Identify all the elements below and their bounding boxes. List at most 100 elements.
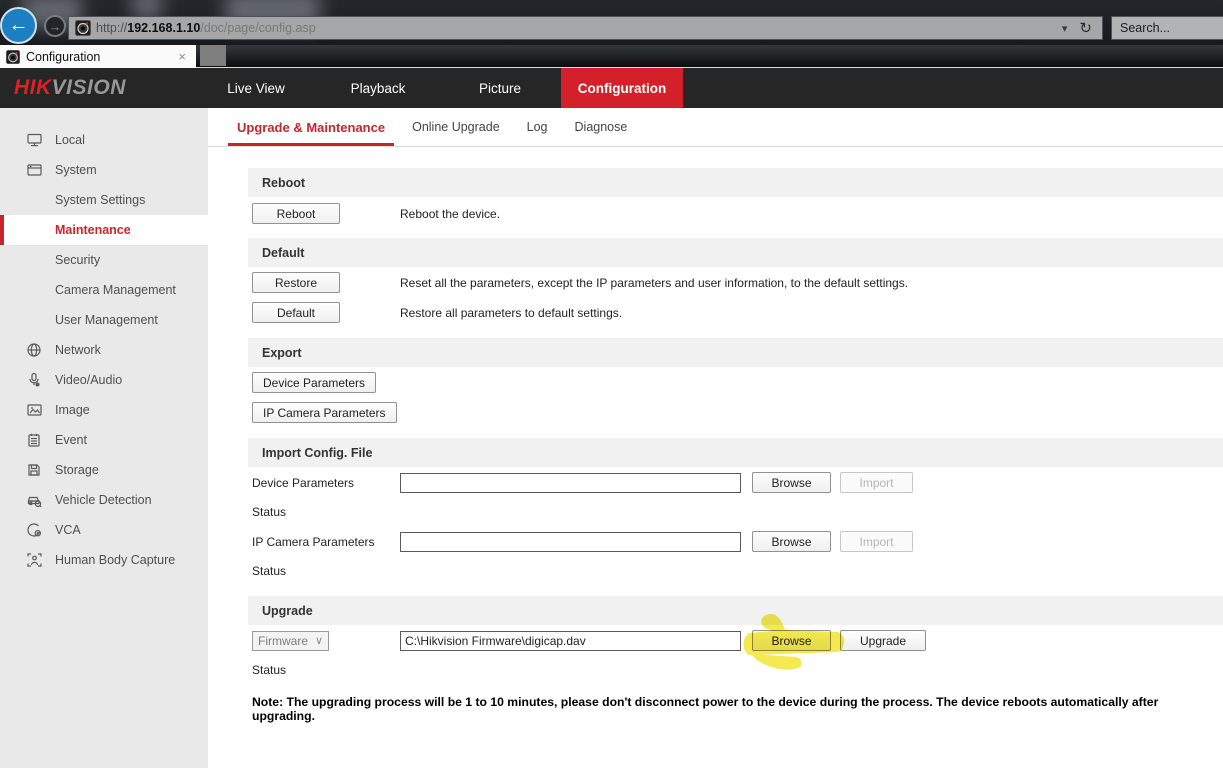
sidebar-item-label: Human Body Capture [55, 553, 175, 567]
hikvision-logo: HIKVISION [14, 68, 126, 108]
section-import-config: Import Config. File [248, 438, 1223, 467]
firmware-file-input[interactable] [400, 631, 741, 651]
sidebar-item-camera-management[interactable]: Camera Management [0, 275, 208, 305]
section-title: Export [262, 346, 302, 360]
reboot-desc: Reboot the device. [400, 207, 500, 221]
main-panel: Upgrade & Maintenance Online Upgrade Log… [208, 108, 1223, 768]
search-box[interactable] [1111, 16, 1223, 40]
sidebar-item-label: System [55, 163, 97, 177]
url-text: http://192.168.1.10/doc/page/config.asp [96, 21, 316, 35]
site-header: HIKVISION Live View Playback Picture Con… [0, 68, 1223, 108]
url-path: /doc/page/config.asp [200, 21, 315, 35]
address-bar[interactable]: http://192.168.1.10/doc/page/config.asp … [68, 16, 1103, 40]
import-ip-camera-parameters-label: IP Camera Parameters [252, 535, 400, 549]
tab-close-icon[interactable]: × [174, 49, 190, 64]
nav-playback[interactable]: Playback [317, 68, 439, 108]
monitor-icon [24, 132, 44, 148]
tab-title: Configuration [26, 50, 174, 64]
sidebar-item-system-settings[interactable]: System Settings [0, 185, 208, 215]
browser-tab-configuration[interactable]: Configuration × [0, 45, 196, 68]
address-dropdown-icon[interactable]: ▾ [1056, 22, 1074, 35]
sidebar-item-human-body-capture[interactable]: Human Body Capture [0, 545, 208, 575]
site-favicon-icon [75, 20, 91, 36]
sidebar-item-local[interactable]: Local [0, 125, 208, 155]
section-title: Reboot [262, 176, 305, 190]
microphone-icon [24, 372, 44, 388]
logo-vision: VISION [52, 76, 126, 100]
import-ipc-browse-button[interactable]: Browse [752, 531, 831, 552]
import-ipc-status-label: Status [252, 564, 1223, 578]
export-device-parameters-button[interactable]: Device Parameters [252, 372, 376, 393]
chevron-down-icon: ∨ [315, 634, 323, 647]
section-default: Default [248, 238, 1223, 267]
section-reboot: Reboot [248, 168, 1223, 197]
new-tab-button[interactable] [200, 45, 226, 66]
default-desc: Restore all parameters to default settin… [400, 306, 622, 320]
sidebar-item-image[interactable]: Image [0, 395, 208, 425]
car-search-icon [24, 492, 44, 508]
sidebar-item-security[interactable]: Security [0, 245, 208, 275]
default-button[interactable]: Default [252, 302, 340, 323]
section-title: Upgrade [262, 604, 313, 618]
sidebar-item-label: Video/Audio [55, 373, 122, 387]
sidebar-item-label: Security [55, 253, 100, 267]
sidebar-item-vehicle-detection[interactable]: Vehicle Detection [0, 485, 208, 515]
restore-button[interactable]: Restore [252, 272, 340, 293]
sidebar-item-label: Camera Management [55, 283, 176, 297]
import-device-import-button[interactable]: Import [840, 472, 913, 493]
import-ipc-import-button[interactable]: Import [840, 531, 913, 552]
browser-chrome: ← → http://192.168.1.10/doc/page/config.… [0, 0, 1223, 45]
restore-desc: Reset all the parameters, except the IP … [400, 276, 908, 290]
upgrade-status-label: Status [252, 663, 1223, 677]
floppy-disk-icon [24, 462, 44, 478]
vca-icon [24, 522, 44, 538]
sidebar-item-network[interactable]: Network [0, 335, 208, 365]
import-device-parameters-input[interactable] [400, 473, 741, 493]
forward-button[interactable]: → [44, 15, 66, 37]
nav-live-view[interactable]: Live View [195, 68, 317, 108]
globe-icon [24, 342, 44, 358]
sidebar-item-system[interactable]: System [0, 155, 208, 185]
sidebar-item-label: System Settings [55, 193, 145, 207]
tab-online-upgrade[interactable]: Online Upgrade [412, 108, 500, 146]
sidebar-item-label: User Management [55, 313, 158, 327]
nav-configuration[interactable]: Configuration [561, 68, 683, 108]
tab-favicon-icon [6, 50, 20, 64]
sidebar-item-vca[interactable]: VCA [0, 515, 208, 545]
picture-icon [24, 402, 44, 418]
nav-picture[interactable]: Picture [439, 68, 561, 108]
sidebar-item-label: Storage [55, 463, 99, 477]
upgrade-note: Note: The upgrading process will be 1 to… [252, 695, 1223, 723]
sidebar-item-label: Maintenance [55, 223, 131, 237]
firmware-browse-button[interactable]: Browse [752, 630, 831, 651]
sidebar-item-video-audio[interactable]: Video/Audio [0, 365, 208, 395]
sidebar-item-storage[interactable]: Storage [0, 455, 208, 485]
section-upgrade: Upgrade [248, 596, 1223, 625]
sidebar-item-label: Event [55, 433, 87, 447]
export-ip-camera-parameters-button[interactable]: IP Camera Parameters [252, 402, 397, 423]
sidebar-item-user-management[interactable]: User Management [0, 305, 208, 335]
search-input[interactable] [1112, 17, 1223, 39]
import-ip-camera-parameters-input[interactable] [400, 532, 741, 552]
main-nav: Live View Playback Picture Configuration [195, 68, 683, 108]
import-device-browse-button[interactable]: Browse [752, 472, 831, 493]
section-export: Export [248, 338, 1223, 367]
sidebar: Local System System Settings Maintenance… [0, 108, 208, 768]
import-device-parameters-label: Device Parameters [252, 476, 400, 490]
sidebar-item-maintenance[interactable]: Maintenance [0, 215, 208, 245]
firmware-type-select[interactable]: Firmware ∨ [252, 631, 329, 651]
section-title: Default [262, 246, 304, 260]
back-button[interactable]: ← [0, 7, 37, 44]
firmware-upgrade-button[interactable]: Upgrade [840, 630, 926, 651]
tab-log[interactable]: Log [527, 108, 548, 146]
sidebar-item-label: Image [55, 403, 90, 417]
subtab-bar: Upgrade & Maintenance Online Upgrade Log… [208, 108, 1223, 147]
tab-upgrade-maintenance[interactable]: Upgrade & Maintenance [237, 108, 385, 146]
refresh-icon[interactable]: ↻ [1073, 19, 1098, 37]
content-wrap: Local System System Settings Maintenance… [0, 108, 1223, 768]
sidebar-item-label: Vehicle Detection [55, 493, 152, 507]
sidebar-item-event[interactable]: Event [0, 425, 208, 455]
tab-diagnose[interactable]: Diagnose [575, 108, 628, 146]
browser-tab-bar: Configuration × [0, 45, 1223, 68]
reboot-button[interactable]: Reboot [252, 203, 340, 224]
